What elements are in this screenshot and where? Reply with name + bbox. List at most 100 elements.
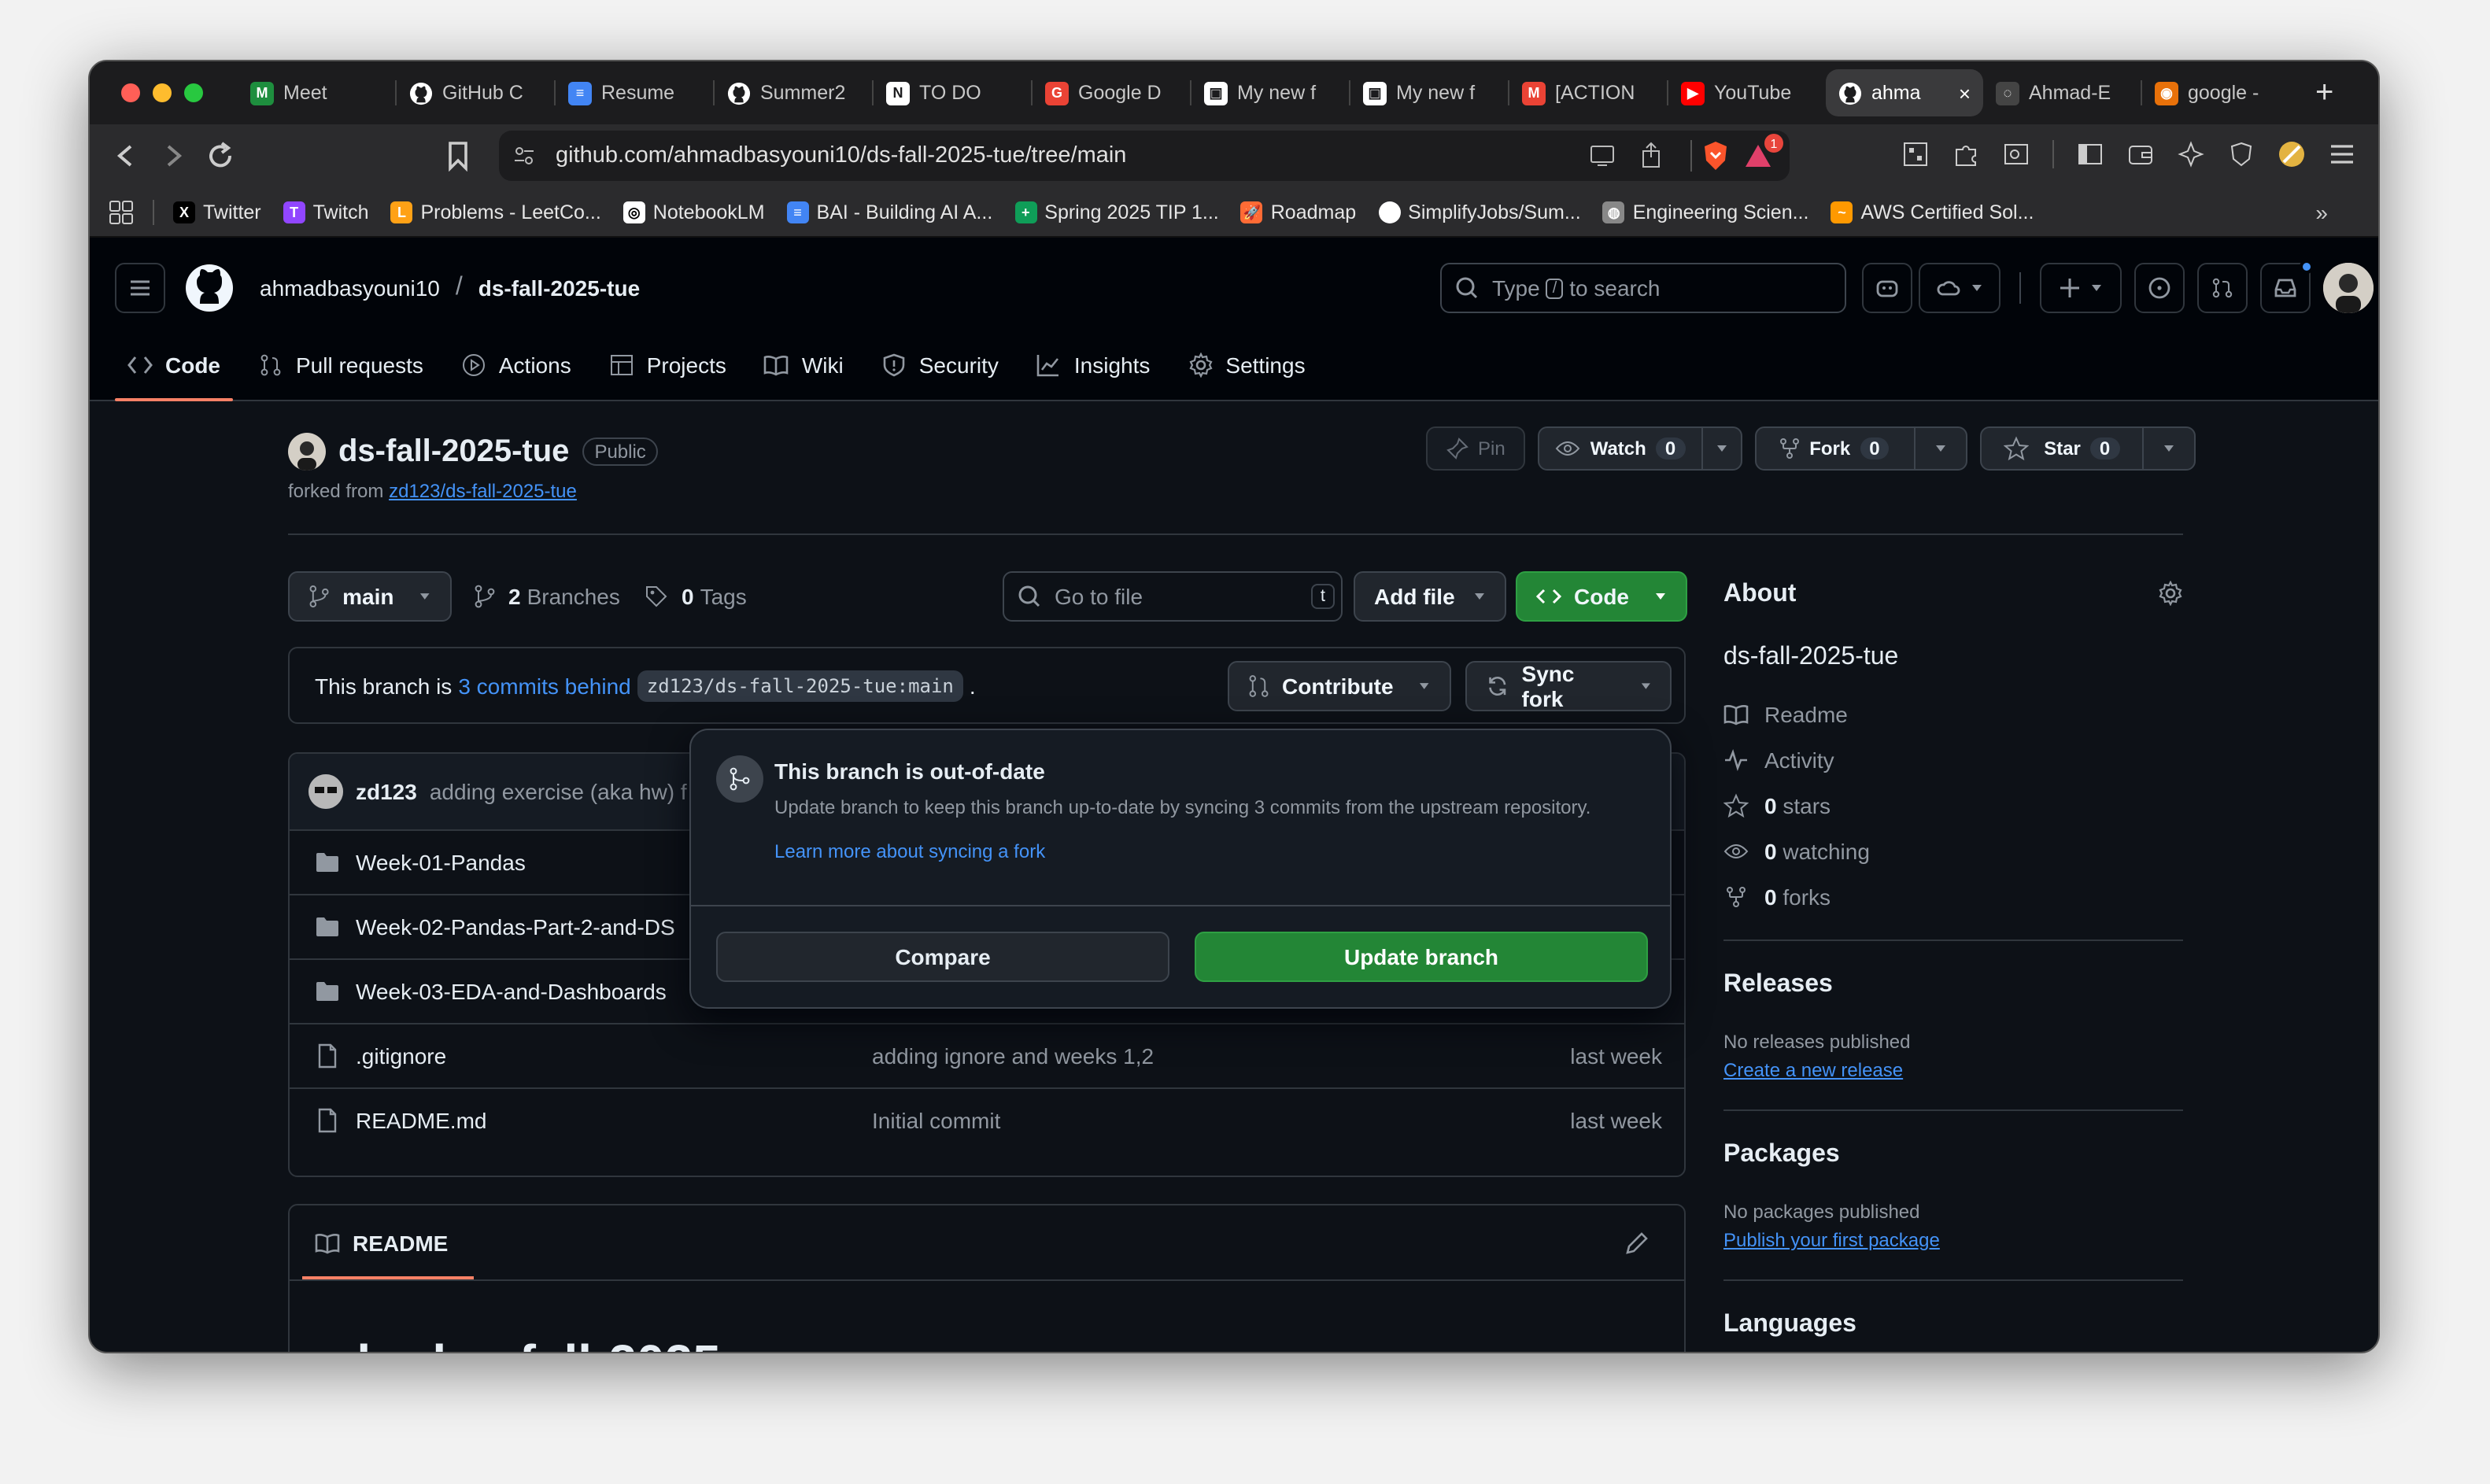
update-branch-button[interactable]: Update branch (1195, 932, 1648, 982)
branch-selector[interactable]: main (288, 571, 452, 622)
tab-settings[interactable]: Settings (1175, 329, 1317, 401)
wallet-icon[interactable] (2126, 140, 2155, 168)
commits-behind-link[interactable]: 3 commits behind (458, 673, 630, 698)
browser-tab[interactable]: ◉ google - (2142, 69, 2300, 116)
readme-tab[interactable]: README (302, 1205, 474, 1279)
profile-extension-icon[interactable] (2278, 140, 2306, 168)
qr-extension-icon[interactable] (1901, 140, 1930, 168)
about-settings-button[interactable] (2158, 581, 2183, 606)
maximize-window-button[interactable] (184, 83, 203, 102)
forward-button[interactable] (150, 140, 197, 172)
menu-icon[interactable] (2328, 140, 2356, 168)
releases-heading[interactable]: Releases (1723, 971, 1833, 999)
file-commit-message[interactable]: adding ignore and weeks 1,2 (872, 1043, 1154, 1069)
bookmark-item[interactable]: ◎ NotebookLM (622, 201, 765, 223)
watch-button[interactable]: Watch 0 (1540, 428, 1703, 469)
stars-link[interactable]: 0 stars (1723, 793, 1831, 818)
pull-requests-button[interactable] (2197, 263, 2248, 313)
bookmark-item[interactable]: SimplifyJobs/Sum... (1378, 201, 1581, 223)
copilot-dropdown-button[interactable] (1919, 263, 2000, 313)
browser-tab[interactable]: ▶ YouTube (1668, 69, 1826, 116)
commit-author[interactable]: zd123 (356, 779, 417, 804)
fork-dropdown[interactable] (1915, 442, 1965, 455)
search-input[interactable]: Type / to search (1440, 263, 1846, 313)
brave-shields-icon[interactable] (1701, 140, 1730, 172)
learn-more-link[interactable]: Learn more about syncing a fork (774, 840, 1045, 862)
pin-button[interactable]: Pin (1426, 426, 1526, 471)
copilot-button[interactable] (1862, 263, 1912, 313)
issues-button[interactable] (2134, 263, 2185, 313)
branches-link[interactable]: 2 Branches (474, 571, 620, 622)
bookmark-item[interactable]: ≡ BAI - Building AI A... (786, 201, 992, 223)
fork-button[interactable]: Fork 0 (1756, 428, 1916, 469)
search-extension-icon[interactable] (2002, 140, 2030, 168)
vpn-shield-icon[interactable] (2227, 140, 2255, 168)
browser-tab[interactable]: M [ACTION (1509, 69, 1667, 116)
leo-ai-icon[interactable] (2177, 140, 2205, 168)
repo-owner-link[interactable]: ahmadbasyouni10 (260, 275, 440, 301)
cast-icon[interactable] (1588, 143, 1616, 168)
address-bar[interactable]: github.com/ahmadbasyouni10/ds-fall-2025-… (499, 131, 1790, 181)
extensions-puzzle-icon[interactable] (1952, 140, 1980, 168)
file-name[interactable]: Week-01-Pandas (356, 850, 526, 875)
file-name[interactable]: .gitignore (356, 1043, 446, 1069)
star-button[interactable]: Star 0 (1981, 428, 2144, 469)
bookmark-item[interactable]: T Twitch (283, 201, 369, 223)
create-release-link[interactable]: Create a new release (1723, 1059, 1903, 1081)
watch-dropdown[interactable] (1702, 442, 1740, 455)
avatar[interactable] (2323, 263, 2374, 313)
bookmark-item[interactable]: L Problems - LeetCo... (390, 201, 601, 223)
star-dropdown[interactable] (2143, 442, 2193, 455)
browser-tab[interactable]: Summer2 (715, 69, 872, 116)
minimize-window-button[interactable] (153, 83, 172, 102)
tab-security[interactable]: Security (869, 329, 1011, 401)
code-button[interactable]: Code (1516, 571, 1687, 622)
watching-link[interactable]: 0 watching (1723, 839, 1870, 864)
file-name[interactable]: README.md (356, 1108, 486, 1133)
browser-tab[interactable]: GitHub C (397, 69, 554, 116)
forked-from-link[interactable]: zd123/ds-fall-2025-tue (389, 480, 577, 502)
table-row[interactable]: .gitignore adding ignore and weeks 1,2 las… (290, 1023, 1684, 1087)
share-icon[interactable] (1638, 142, 1664, 170)
tags-link[interactable]: 0 Tags (644, 571, 747, 622)
close-tab-icon[interactable]: × (1959, 81, 1971, 105)
bookmark-item[interactable]: ~ AWS Certified Sol... (1831, 201, 2034, 223)
apps-grid-icon[interactable] (109, 199, 134, 224)
tab-wiki[interactable]: Wiki (752, 329, 856, 401)
new-tab-button[interactable]: + (2315, 75, 2333, 111)
bookmark-item[interactable]: + Spring 2025 TIP 1... (1014, 201, 1219, 223)
hamburger-menu-button[interactable] (115, 263, 165, 313)
back-button[interactable] (102, 140, 150, 172)
activity-link[interactable]: Activity (1723, 748, 1834, 773)
browser-tab[interactable]: ahma × (1826, 69, 1983, 116)
notifications-button[interactable] (2260, 260, 2314, 313)
bookmark-item[interactable]: 🚀 Roadmap (1240, 201, 1356, 223)
commit-message[interactable]: adding exercise (aka hw) f (430, 779, 687, 804)
bookmark-item[interactable]: X Twitter (173, 201, 261, 223)
go-to-file-input[interactable]: Go to file t (1003, 571, 1343, 622)
forks-link[interactable]: 0 forks (1723, 884, 1831, 910)
create-new-button[interactable] (2040, 263, 2122, 313)
tab-pull-requests[interactable]: Pull requests (246, 329, 436, 401)
brave-rewards-icon[interactable]: 1 (1742, 134, 1783, 172)
file-name[interactable]: Week-02-Pandas-Part-2-and-DS (356, 914, 675, 939)
reload-button[interactable] (197, 140, 244, 172)
repo-name-link[interactable]: ds-fall-2025-tue (478, 275, 640, 301)
browser-tab[interactable]: G Google D (1033, 69, 1190, 116)
sync-fork-button[interactable]: Sync fork (1465, 661, 1672, 711)
bookmark-item[interactable]: ◍ Engineering Scien... (1602, 201, 1808, 223)
publish-package-link[interactable]: Publish your first package (1723, 1229, 1940, 1251)
file-name[interactable]: Week-03-EDA-and-Dashboards (356, 979, 667, 1004)
compare-button[interactable]: Compare (716, 932, 1169, 982)
bookmark-page-button[interactable] (445, 140, 471, 172)
close-window-button[interactable] (121, 83, 140, 102)
browser-tab[interactable]: N TO DO (874, 69, 1031, 116)
tab-projects[interactable]: Projects (597, 329, 739, 401)
tab-actions[interactable]: Actions (449, 329, 584, 401)
readme-link[interactable]: Readme (1723, 702, 1848, 727)
more-bookmarks-icon[interactable]: » (2315, 199, 2328, 224)
table-row[interactable]: README.md Initial commit last week (290, 1087, 1684, 1152)
browser-tab[interactable]: ▣ My new f (1191, 69, 1349, 116)
repo-title[interactable]: ds-fall-2025-tue (338, 434, 569, 470)
browser-tab[interactable]: M Meet (238, 69, 395, 116)
